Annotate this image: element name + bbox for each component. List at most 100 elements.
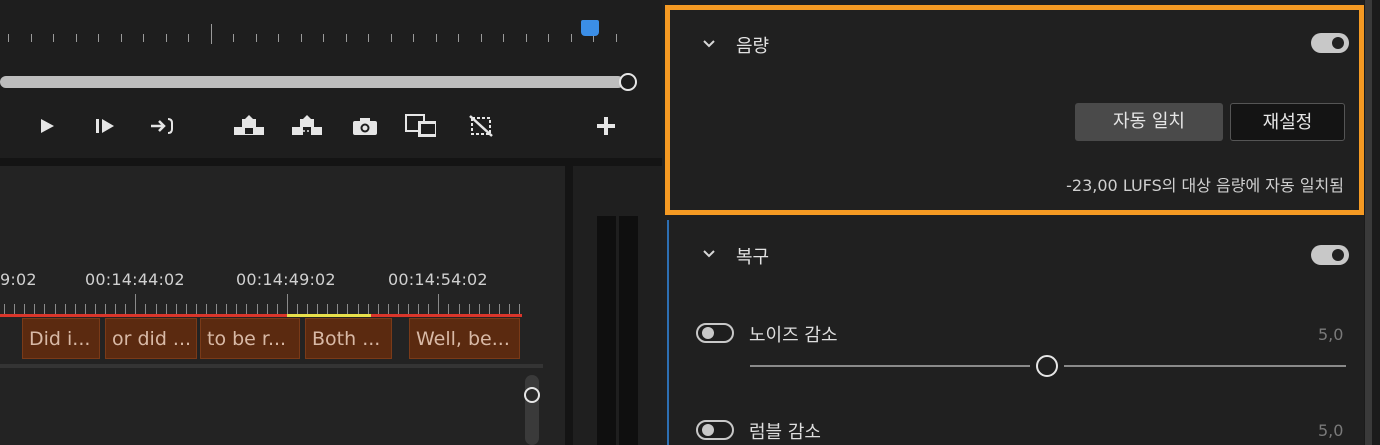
- lift-icon[interactable]: [232, 112, 264, 140]
- panel-scrollbar[interactable]: [1365, 0, 1372, 445]
- noise-reduction-value[interactable]: 5,0: [1318, 325, 1343, 344]
- ruler-tick: [143, 34, 144, 42]
- timeline-time-ruler[interactable]: [0, 294, 522, 314]
- ruler-tick: [478, 304, 480, 314]
- repair-toggle[interactable]: [1311, 245, 1349, 265]
- ruler-tick: [428, 304, 430, 314]
- ruler-tick: [94, 304, 96, 314]
- ruler-tick: [216, 304, 218, 314]
- ruler-tick: [74, 304, 76, 314]
- ruler-tick: [155, 304, 157, 314]
- ruler-tick: [115, 304, 117, 314]
- monitor-time-ruler[interactable]: [0, 24, 650, 48]
- ruler-tick: [357, 304, 359, 314]
- ruler-tick: [615, 34, 617, 42]
- toggle-knob: [1332, 37, 1344, 49]
- ruler-tick: [195, 304, 197, 314]
- caption-clip[interactable]: Did i...: [22, 318, 100, 359]
- ruler-tick: [525, 34, 527, 42]
- ruler-tick: [323, 34, 324, 42]
- ruler-tick: [84, 304, 86, 314]
- ruler-tick: [397, 304, 399, 314]
- in-out-range-bar: [371, 314, 522, 317]
- ruler-tick: [367, 304, 369, 314]
- ruler-tick: [345, 34, 347, 42]
- scrub-bar-handle[interactable]: [619, 73, 637, 91]
- loudness-toggle[interactable]: [1311, 33, 1349, 53]
- playhead-marker[interactable]: [581, 20, 599, 36]
- ruler-tick: [276, 304, 278, 314]
- ruler-tick: [175, 304, 177, 314]
- loudness-section-title[interactable]: 음량: [736, 32, 769, 58]
- ruler-tick: [413, 34, 414, 42]
- timecode-label: 00:14:54:02: [388, 270, 488, 289]
- caption-clip[interactable]: Both ...: [305, 318, 392, 359]
- monitor-scrub-bar[interactable]: [0, 76, 624, 88]
- rumble-reduction-toggle[interactable]: [696, 420, 734, 440]
- extract-icon[interactable]: [290, 112, 322, 140]
- ruler-tick: [458, 304, 460, 314]
- noise-reduction-slider-track[interactable]: [750, 365, 1030, 367]
- ruler-tick: [30, 34, 32, 42]
- rumble-reduction-label: 럼블 감소: [749, 422, 821, 443]
- camera-icon[interactable]: [349, 112, 381, 140]
- timeline-zoom-handle[interactable]: [524, 387, 540, 403]
- go-to-out-icon[interactable]: [147, 112, 179, 140]
- noise-reduction-slider-track[interactable]: [1064, 365, 1346, 367]
- ruler-tick: [75, 34, 77, 42]
- ruler-tick: [54, 304, 56, 314]
- play-icon[interactable]: [31, 112, 63, 140]
- ruler-tick: [300, 34, 302, 42]
- add-button-icon[interactable]: [590, 112, 622, 140]
- comparison-view-icon[interactable]: [404, 112, 436, 140]
- ruler-tick: [34, 304, 36, 314]
- ruler-tick: [418, 304, 420, 314]
- in-out-range-bar: [0, 314, 287, 317]
- caption-clip[interactable]: Well, be...: [409, 318, 520, 359]
- ruler-tick: [226, 304, 228, 314]
- ruler-tick: [448, 304, 450, 314]
- repair-section-title[interactable]: 복구: [736, 243, 769, 269]
- ruler-tick: [44, 304, 46, 314]
- ruler-tick: [307, 304, 308, 314]
- reset-button[interactable]: 재설정: [1230, 103, 1345, 141]
- ruler-tick: [390, 34, 392, 42]
- ruler-tick: [296, 304, 298, 314]
- vr-mode-icon[interactable]: [465, 112, 497, 140]
- noise-reduction-label: 노이즈 감소: [749, 325, 838, 346]
- timecode-label: 9:02: [0, 270, 37, 289]
- chevron-down-icon[interactable]: [703, 38, 715, 50]
- audio-meter-channel-right: [619, 216, 638, 445]
- noise-reduction-slider-handle[interactable]: [1036, 355, 1058, 377]
- ruler-tick: [64, 304, 66, 314]
- auto-match-button[interactable]: 자동 일치: [1075, 103, 1223, 141]
- ruler-tick: [468, 304, 470, 314]
- ruler-tick: [286, 294, 288, 314]
- ruler-tick: [120, 34, 122, 42]
- panel-focus-edge: [667, 220, 669, 445]
- rumble-reduction-value[interactable]: 5,0: [1318, 421, 1343, 440]
- timeline-zoom-scrollbar[interactable]: [525, 375, 539, 445]
- ruler-tick: [347, 304, 349, 314]
- ruler-tick: [210, 24, 212, 44]
- caption-clip[interactable]: to be r...: [200, 318, 300, 359]
- ruler-tick: [480, 34, 482, 42]
- caption-clip[interactable]: or did ...: [105, 318, 197, 359]
- loudness-status-text: -23,00 LUFS의 대상 음량에 자동 일치됨: [1066, 176, 1344, 195]
- ruler-tick: [548, 34, 549, 42]
- ruler-tick: [236, 304, 238, 314]
- chevron-down-icon[interactable]: [703, 248, 715, 260]
- ruler-tick: [256, 304, 258, 314]
- step-back-icon[interactable]: [0, 112, 18, 140]
- audio-meter: [573, 166, 662, 445]
- panel-divider: [0, 158, 662, 166]
- noise-reduction-toggle[interactable]: [696, 323, 734, 343]
- ruler-tick: [98, 34, 99, 42]
- panel-divider: [565, 166, 573, 445]
- ruler-tick: [278, 34, 279, 42]
- step-forward-icon[interactable]: [89, 112, 121, 140]
- ruler-tick: [53, 34, 54, 42]
- ruler-tick: [206, 304, 207, 314]
- ruler-tick: [14, 304, 16, 314]
- ruler-tick: [438, 294, 440, 314]
